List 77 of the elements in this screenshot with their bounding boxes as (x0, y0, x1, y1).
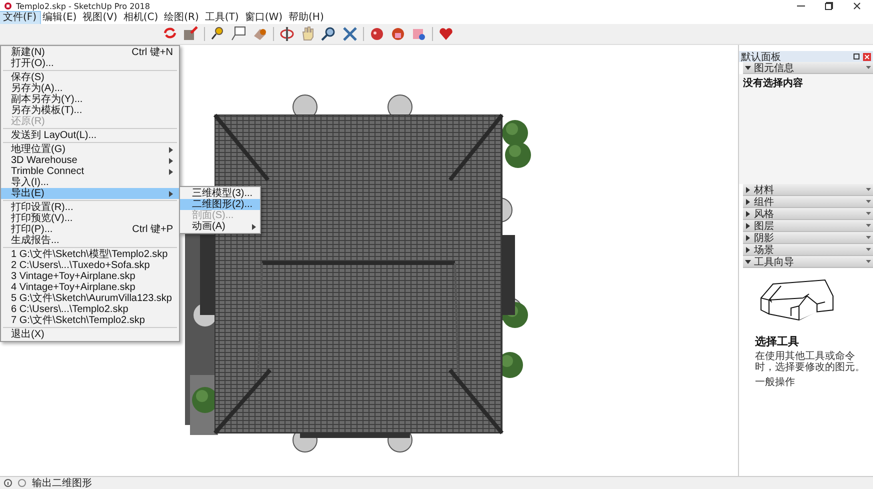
menu-item[interactable]: 工具(T) (202, 12, 242, 24)
menu-item[interactable]: 帮助(H) (286, 12, 327, 24)
box-arrow-icon[interactable] (183, 26, 199, 42)
menu-item[interactable]: 导出(E) (1, 188, 179, 199)
expand-triangle-icon[interactable] (745, 210, 751, 216)
collapse-triangle-icon[interactable] (745, 258, 751, 264)
menu-item[interactable]: 视图(V) (80, 12, 120, 24)
menu-item[interactable]: 地理位置(G) (1, 144, 179, 155)
dropdown-icon[interactable] (866, 223, 871, 228)
panel-section-header[interactable]: 场景 (743, 244, 873, 256)
tool-description: 在使用其他工具或命令时，选择要修改的图元。 (755, 351, 866, 373)
menu-item[interactable]: 导入(I)... (1, 177, 179, 188)
expand-triangle-icon[interactable] (745, 234, 751, 240)
tool-name: 选择工具 (755, 334, 800, 349)
status-message: 输出二维图形 (32, 476, 92, 489)
panel-title: 默认面板 (741, 50, 781, 62)
pin-icon[interactable] (853, 53, 860, 60)
dropdown-icon[interactable] (866, 199, 871, 204)
menu-item[interactable]: 绘图(R) (161, 12, 202, 24)
expand-triangle-icon[interactable] (745, 246, 751, 252)
dropdown-icon[interactable] (866, 211, 871, 216)
menu-item[interactable]: 新建(N) Ctrl 键+N (1, 47, 179, 58)
menu-item[interactable]: 编辑(E) (40, 12, 80, 24)
expand-triangle-icon[interactable] (745, 198, 751, 204)
panel-section-header[interactable]: 图层 (743, 220, 873, 232)
dropdown-icon[interactable] (866, 65, 871, 70)
orbit-icon[interactable] (279, 26, 295, 42)
dropdown-icon[interactable] (866, 259, 871, 264)
menu-item[interactable]: 7 G:\文件\Sketch\Templo2.skp (1, 315, 179, 326)
menu-item[interactable]: 1 G:\文件\Sketch\模型\Templo2.skp (1, 249, 179, 260)
menu-item[interactable]: 4 Vintage+Toy+Airplane.skp (1, 282, 179, 293)
menu-item[interactable]: 另存为模板(T)... (1, 105, 179, 116)
menu-item[interactable]: 3D Warehouse (1, 155, 179, 166)
panel-section-header[interactable]: 阴影 (743, 232, 873, 244)
menu-item[interactable]: 打印设置(R)... (1, 202, 179, 213)
zoom-icon[interactable] (321, 26, 337, 42)
menu-item[interactable]: 二维图形(2)... (180, 199, 260, 210)
menu-item[interactable]: Trimble Connect (1, 166, 179, 177)
section-subheading: 一般操作 (755, 376, 796, 389)
expand-triangle-icon[interactable] (745, 186, 751, 192)
dropdown-icon[interactable] (866, 187, 871, 192)
collapse-triangle-icon[interactable] (745, 64, 751, 70)
window-title: Templo2.skp - SketchUp Pro 2018 (16, 2, 151, 10)
info-icon[interactable] (4, 479, 12, 487)
menu-item[interactable]: 相机(C) (120, 12, 162, 24)
menu-item[interactable]: 发送到 LayOut(L)... (1, 130, 179, 141)
panel-section-header[interactable]: 风格 (743, 208, 873, 220)
expand-triangle-icon[interactable] (745, 222, 751, 228)
menu-item[interactable]: 动画(A) (180, 221, 260, 232)
menu-item[interactable]: 退出(X) (1, 329, 179, 340)
zoom-extents-icon[interactable] (342, 26, 358, 42)
menu-item[interactable]: 5 G:\文件\Sketch\AurumVilla123.skp (1, 293, 179, 304)
menu-item[interactable]: 6 C:\Users\...\Templo2.skp (1, 304, 179, 315)
close-icon[interactable] (853, 2, 861, 10)
menu-item[interactable]: 副本另存为(Y)... (1, 94, 179, 105)
menu-item[interactable]: 三维模型(3)... (180, 188, 260, 199)
dropdown-icon[interactable] (866, 247, 871, 252)
panel-section-header[interactable]: 材料 (743, 184, 873, 196)
menu-item[interactable]: 打开(O)... (1, 58, 179, 69)
panel-section-header[interactable]: 工具向导 (743, 256, 873, 268)
dropdown-icon[interactable] (866, 235, 871, 240)
menu-item[interactable]: 3 Vintage+Toy+Airplane.skp (1, 271, 179, 282)
menu-item[interactable]: 生成报告... (1, 235, 179, 246)
menu-item[interactable]: 文件(F) (0, 12, 40, 24)
menu-item[interactable]: 打印预览(V)... (1, 213, 179, 224)
no-selection-text: 没有选择内容 (743, 78, 803, 89)
menu-item[interactable]: 保存(S) (1, 72, 179, 83)
menu-item[interactable]: 窗口(W) (242, 12, 286, 24)
panel-section-header[interactable]: 图元信息 (743, 62, 873, 74)
panel-section-header[interactable]: 组件 (743, 196, 873, 208)
text-label-icon[interactable] (231, 26, 247, 42)
menu-item[interactable]: 打印(P)... Ctrl 键+P (1, 224, 179, 235)
heart-icon[interactable] (438, 26, 454, 42)
menu-item[interactable]: 另存为(A)... (1, 83, 179, 94)
menu-item[interactable]: 2 C:\Users\...\Tuxedo+Sofa.skp (1, 260, 179, 271)
box-icon[interactable] (411, 26, 427, 42)
restore-icon[interactable] (825, 2, 833, 10)
